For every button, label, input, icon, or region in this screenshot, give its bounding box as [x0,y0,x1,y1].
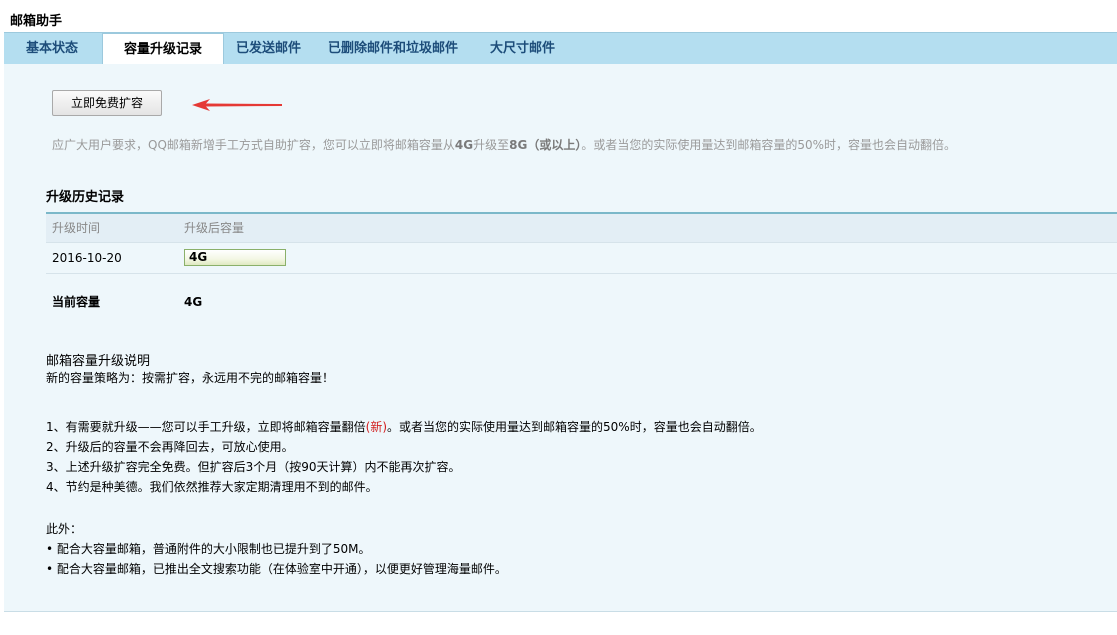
intro-part2: 升级至 [473,138,510,152]
explain-item-4: 4、节约是种美德。我们依然推荐大家定期清理用不到的邮件。 [46,480,378,494]
intro-text: 应广大用户要求，QQ邮箱新增手工方式自助扩容，您可以立即将邮箱容量从4G升级至8… [52,136,956,153]
col-capacity-header: 升级后容量 [184,221,245,235]
tab-sent-mail[interactable]: 已发送邮件 [236,33,301,64]
tab-basic-status[interactable]: 基本状态 [26,33,78,64]
history-title: 升级历史记录 [46,190,125,205]
tab-capacity-upgrade-record[interactable]: 容量升级记录 [102,33,224,65]
upgrade-explanation: 邮箱容量升级说明 新的容量策略为：按需扩容，永远用不完的邮箱容量！ 1、有需要就… [46,350,1106,579]
main-content: 立即免费扩容 应广大用户要求，QQ邮箱新增手工方式自助扩容，您可以立即将邮箱容量… [4,64,1117,612]
current-capacity-row: 当前容量 4G [46,274,1117,322]
intro-from-capacity: 4G [454,138,474,152]
tab-large-mail[interactable]: 大尺寸邮件 [490,33,555,64]
item1-text: 1、有需要就升级——您可以手工升级，立即将邮箱容量翻倍 [46,420,366,434]
expand-capacity-button[interactable]: 立即免费扩容 [52,90,162,116]
extra-item-2: • 配合大容量邮箱，已推出全文搜索功能（在体验室中开通），以便更好管理海量邮件。 [46,562,507,576]
table-header: 升级时间 升级后容量 [46,214,1117,243]
tab-bar: 基本状态 容量升级记录 已发送邮件 已删除邮件和垃圾邮件 大尺寸邮件 [4,32,1117,65]
explain-subtitle: 新的容量策略为：按需扩容，永远用不完的邮箱容量！ [46,371,335,385]
col-time-header: 升级时间 [52,221,101,235]
current-capacity-value: 4G [184,295,203,309]
arrow-left-icon [192,99,282,111]
app-title: 邮箱助手 [10,14,63,29]
history-table: 升级时间 升级后容量 2016-10-20 4G 当前容量 4G [46,212,1117,322]
explain-title: 邮箱容量升级说明 [46,354,151,369]
capacity-bar: 4G [184,249,286,266]
tab-deleted-and-spam[interactable]: 已删除邮件和垃圾邮件 [328,33,458,64]
explain-item-3: 3、上述升级扩容完全免费。但扩容后3个月（按90天计算）内不能再次扩容。 [46,460,461,474]
extra-item-1: • 配合大容量邮箱，普通附件的大小限制也已提升到了50M。 [46,542,371,556]
upgrade-time: 2016-10-20 [52,251,122,265]
item1-text-end: 。或者当您的实际使用量达到邮箱容量的50%时，容量也会自动翻倍。 [387,420,762,434]
new-badge: (新) [365,420,388,434]
current-capacity-label: 当前容量 [52,295,101,309]
intro-part1: 应广大用户要求，QQ邮箱新增手工方式自助扩容，您可以立即将邮箱容量从 [52,138,455,152]
explain-item-2: 2、升级后的容量不会再降回去，可放心使用。 [46,440,294,454]
explain-item-1: 1、有需要就升级——您可以手工升级，立即将邮箱容量翻倍(新)。或者当您的实际使用… [46,417,1106,437]
intro-to-capacity: 8G（或以上） [509,138,582,152]
intro-part3: 。或者当您的实际使用量达到邮箱容量的50%时，容量也会自动翻倍。 [581,138,957,152]
table-row: 2016-10-20 4G [46,243,1117,274]
extra-title: 此外： [46,522,83,536]
